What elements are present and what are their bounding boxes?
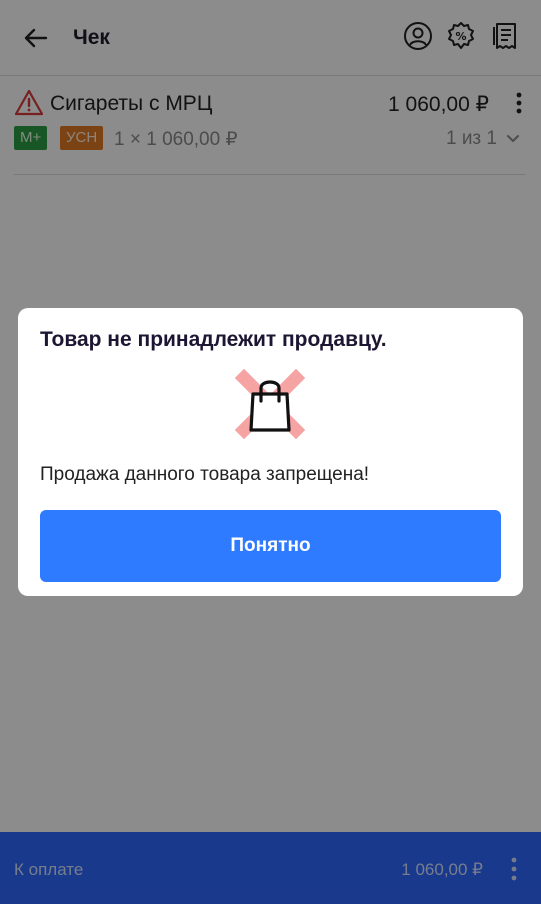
- alert-dialog: Товар не принадлежит продавцу. Продажа д…: [18, 308, 523, 596]
- dialog-title: Товар не принадлежит продавцу.: [40, 328, 387, 351]
- ok-button[interactable]: Понятно: [40, 510, 501, 582]
- dialog-message: Продажа данного товара запрещена!: [40, 464, 370, 485]
- shopping-bag-forbidden-icon: [234, 368, 306, 440]
